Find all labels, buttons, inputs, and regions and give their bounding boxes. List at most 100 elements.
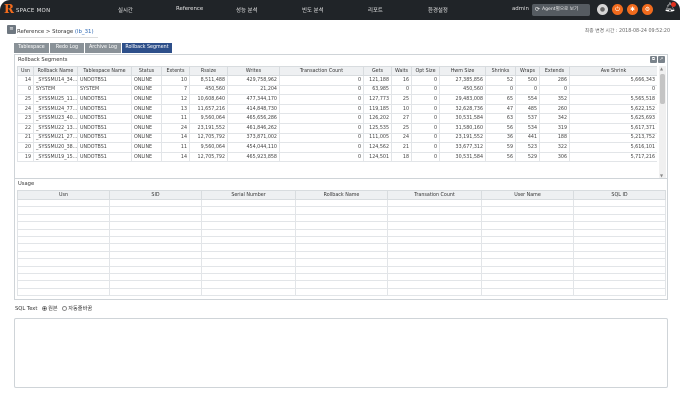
table-cell: 188 xyxy=(539,132,570,144)
column-header[interactable]: Rollback Name xyxy=(295,190,388,200)
table-row[interactable]: 0 SYSTEM SYSTEM ONLINE 7 450,560 21,204 0 63,985… xyxy=(17,84,657,96)
table-row[interactable]: 23 _SYSSMU23_40... UNDOTBS1 ONLINE 11 9,560,0… xyxy=(17,113,657,124)
table-cell: 121,188 xyxy=(363,75,392,86)
column-header[interactable]: Tablespace Name xyxy=(77,66,132,76)
panel-title: Rollback Segments xyxy=(18,57,68,63)
table-cell: ONLINE xyxy=(131,84,162,96)
table-cell xyxy=(295,265,388,274)
nav-performance-analysis[interactable]: 성능 분석 xyxy=(236,6,258,14)
sql-text-area[interactable] xyxy=(14,318,668,388)
table-cell xyxy=(295,287,388,297)
settings-icon[interactable]: ✱ xyxy=(627,4,638,15)
table-cell xyxy=(17,272,110,282)
empty-row xyxy=(17,258,666,267)
tab-rollback-segment[interactable]: Rollback Segment xyxy=(122,43,172,53)
table-cell xyxy=(295,206,388,215)
table-cell: 465,923,858 xyxy=(227,151,280,163)
table-cell: UNDOTBS1 xyxy=(77,75,132,86)
person-icon[interactable]: ● xyxy=(597,4,608,15)
nav-report[interactable]: 리포트 xyxy=(368,6,383,14)
table-cell: 286 xyxy=(539,75,570,86)
column-header[interactable]: Writes xyxy=(227,66,280,76)
table-cell xyxy=(573,213,666,223)
panel-tools: ⧉ ↗ xyxy=(649,56,665,63)
table-cell xyxy=(481,287,574,297)
table-row[interactable]: 21 _SYSSMU21_27... UNDOTBS1 ONLINE 14 12,705,… xyxy=(17,132,657,144)
table-cell: 441 xyxy=(515,132,540,144)
radio-auto-wrap[interactable] xyxy=(62,306,68,311)
table-row[interactable]: 20 _SYSSMU20_38... UNDOTBS1 ONLINE 11 9,560,0… xyxy=(17,142,657,153)
table-cell xyxy=(295,235,388,245)
gear-icon[interactable]: ⚙ xyxy=(642,4,653,15)
tab-archive-log[interactable]: Archive Log xyxy=(85,43,121,53)
column-header[interactable]: Transation Count xyxy=(387,190,482,200)
table-cell: 12,705,792 xyxy=(189,151,228,163)
tab-redo-log[interactable]: Redo Log xyxy=(50,43,84,53)
table-cell: 322 xyxy=(539,142,570,153)
column-header[interactable]: Ave Shrink xyxy=(569,66,657,76)
column-header[interactable]: Transaction Count xyxy=(279,66,364,76)
nav-realtime[interactable]: 실시간 xyxy=(118,6,133,14)
column-header[interactable]: Usn xyxy=(17,66,34,76)
table-cell: _SYSSMU25_11... xyxy=(33,94,78,105)
table-row[interactable]: 24 _SYSSMU24_77... UNDOTBS1 ONLINE 13 11,657,… xyxy=(17,103,657,115)
power-icon[interactable]: ⏻ xyxy=(612,4,623,15)
table-cell: 11 xyxy=(161,113,190,124)
table-cell: ONLINE xyxy=(131,151,162,163)
table-cell xyxy=(573,198,666,208)
radio-original[interactable] xyxy=(42,306,48,311)
table-cell: 127,773 xyxy=(363,94,392,105)
table-cell xyxy=(387,235,482,245)
table-cell: SYSTEM xyxy=(77,84,132,96)
export-icon[interactable]: ↗ xyxy=(658,56,665,63)
column-header[interactable]: Rollback Name xyxy=(33,66,78,76)
table-row[interactable]: 25 _SYSSMU25_11... UNDOTBS1 ONLINE 12 10,608,… xyxy=(17,94,657,105)
table-cell: 537 xyxy=(515,113,540,124)
top-navigation-bar: R SPACE MON 실시간 Reference 성능 분석 빈도 분석 리포… xyxy=(0,0,680,20)
menu-toggle-icon[interactable]: ≡ xyxy=(7,25,16,34)
column-header[interactable]: Extents xyxy=(161,66,190,76)
column-header[interactable]: SID xyxy=(109,190,202,200)
scroll-up-icon[interactable]: ▲ xyxy=(660,66,663,71)
table-row[interactable]: 19 _SYSSMU19_15... UNDOTBS1 ONLINE 14 12,705,… xyxy=(17,151,657,163)
scroll-thumb[interactable] xyxy=(660,74,665,104)
rollback-vertical-scrollbar[interactable]: ▲ ▼ xyxy=(659,66,666,178)
column-header[interactable]: SQL ID xyxy=(573,190,666,200)
copy-icon[interactable]: ⧉ xyxy=(650,56,657,63)
table-cell xyxy=(201,272,296,282)
table-row[interactable]: 22 _SYSSMU22_13... UNDOTBS1 ONLINE 24 23,191,… xyxy=(17,122,657,134)
column-header[interactable]: Hwm Size xyxy=(439,66,486,76)
table-cell: 0 xyxy=(411,75,440,86)
agent-view-button[interactable]: ⟳ Agent별으로 보기 xyxy=(532,4,590,16)
table-cell: 0 xyxy=(411,94,440,105)
column-header[interactable]: User Name xyxy=(481,190,574,200)
column-header[interactable]: Usn xyxy=(17,190,110,200)
nav-settings[interactable]: 환경설정 xyxy=(428,6,448,14)
table-cell xyxy=(109,258,202,267)
column-header[interactable]: Extends xyxy=(539,66,570,76)
table-row[interactable]: 14 _SYSSMU14_34... UNDOTBS1 ONLINE 10 8,511,4… xyxy=(17,75,657,86)
logo[interactable]: R SPACE MON xyxy=(4,2,64,18)
table-cell: UNDOTBS1 xyxy=(77,122,132,134)
column-header[interactable]: Gets xyxy=(363,66,392,76)
column-header[interactable]: Shrinks xyxy=(485,66,516,76)
user-name[interactable]: admin xyxy=(512,6,529,12)
table-cell xyxy=(573,287,666,297)
column-header[interactable]: Rssize xyxy=(189,66,228,76)
column-header[interactable]: Opt Size xyxy=(411,66,440,76)
nav-frequency-analysis[interactable]: 빈도 분석 xyxy=(302,6,324,14)
table-cell: 529 xyxy=(515,151,540,163)
tab-tablespace[interactable]: Tablespace xyxy=(14,43,49,53)
table-cell: 25 xyxy=(391,122,412,134)
table-cell xyxy=(295,221,388,230)
table-cell: _SYSSMU21_27... xyxy=(33,132,78,144)
column-header[interactable]: Wraps xyxy=(515,66,540,76)
table-cell: 0 xyxy=(411,151,440,163)
column-header[interactable]: Waits xyxy=(391,66,412,76)
column-header[interactable]: Status xyxy=(131,66,162,76)
column-header[interactable]: Serial Number xyxy=(201,190,296,200)
table-cell: 25 xyxy=(391,94,412,105)
nav-reference[interactable]: Reference xyxy=(176,6,203,12)
table-cell: 21 xyxy=(17,132,34,144)
table-cell: 59 xyxy=(485,142,516,153)
